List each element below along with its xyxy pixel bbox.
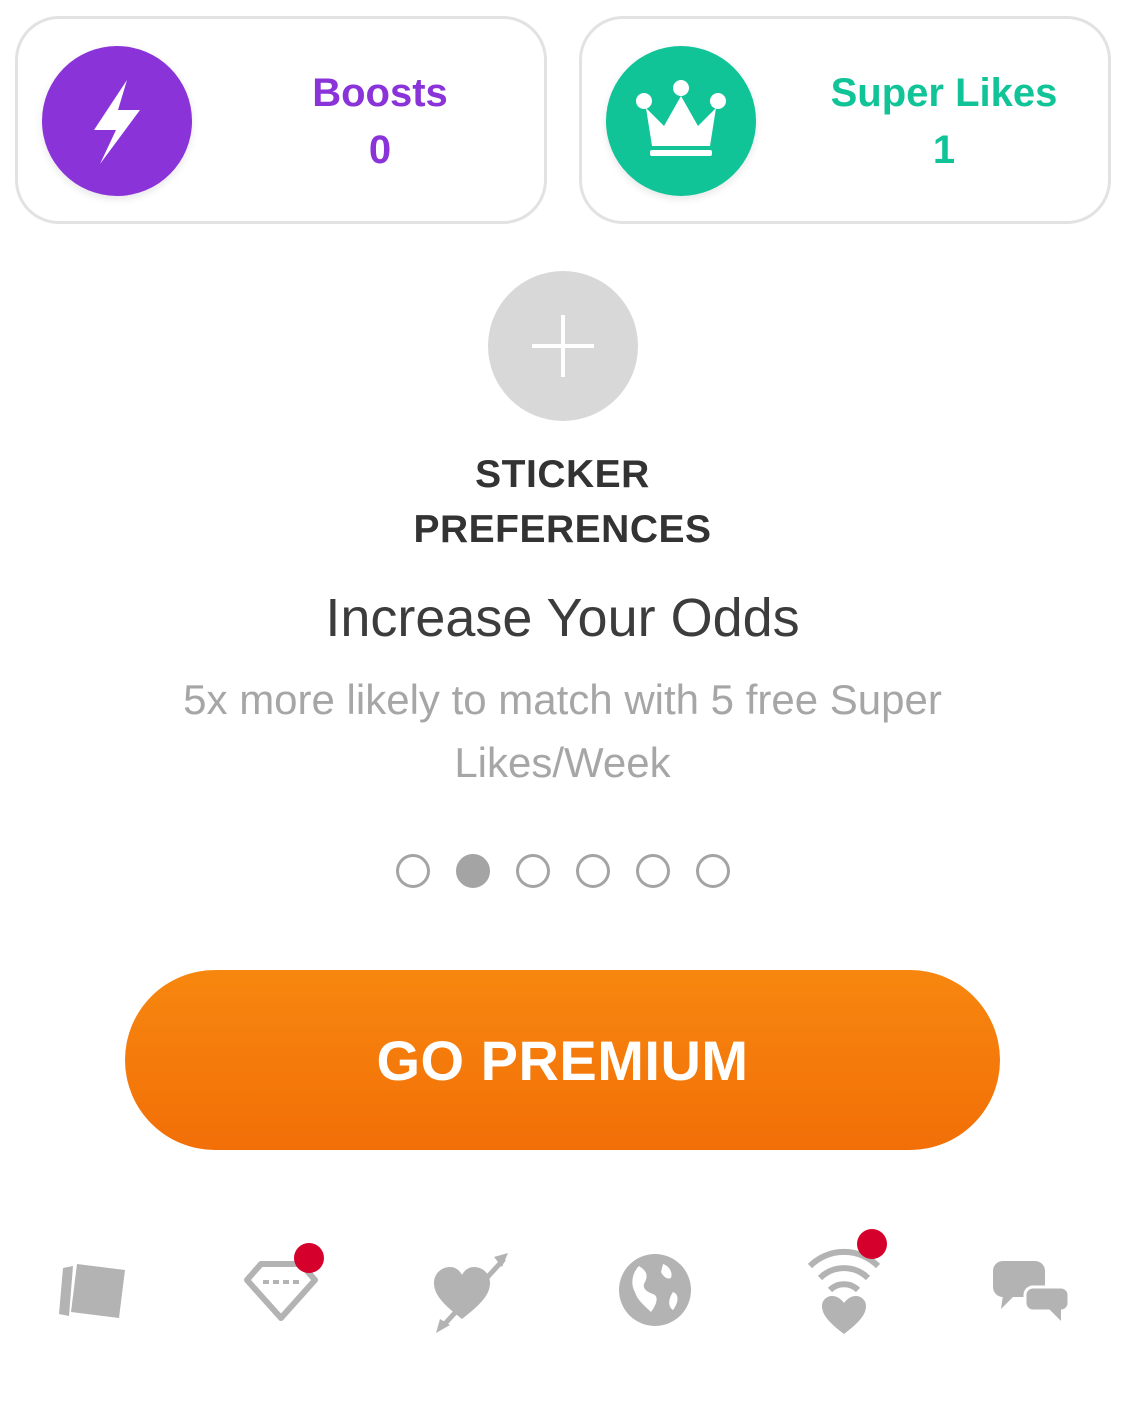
super-likes-stat: Super Likes 1 [792,65,1096,179]
nav-matches[interactable] [412,1235,522,1345]
pager-dot-active[interactable] [455,854,490,888]
add-sticker-button[interactable] [488,271,638,421]
boosts-count: 0 [368,128,392,172]
globe-icon [619,1254,691,1326]
sticker-preferences-title[interactable]: STICKER PREFERENCES [0,447,1125,557]
pager-dot[interactable] [635,854,670,888]
pager-dot[interactable] [395,854,430,888]
boosts-badge [42,46,192,196]
nav-cards[interactable] [38,1235,148,1345]
sticker-title-line2: PREFERENCES [413,508,712,551]
boosts-label: Boosts [312,71,448,115]
cards-icon [59,1264,125,1318]
go-premium-button[interactable]: GO PREMIUM [125,970,1000,1150]
boosts-stat: Boosts 0 [228,65,532,179]
pager-dot[interactable] [695,854,730,888]
super-likes-label: Super Likes [830,71,1058,115]
chat-bubbles-icon [993,1261,1071,1321]
notification-dot [857,1229,887,1259]
sticker-title-line1: STICKER [475,453,650,496]
nav-likes[interactable] [789,1229,899,1345]
super-likes-badge [606,46,756,196]
pager-dot[interactable] [515,854,550,888]
promo-subtitle: 5x more likely to match with 5 free Supe… [183,676,942,786]
super-likes-card[interactable]: Super Likes 1 [579,16,1111,224]
super-likes-count: 1 [932,128,956,172]
nav-diamond[interactable] [226,1235,336,1345]
carousel-pager [0,854,1125,888]
notification-dot [294,1243,324,1273]
heart-arrow-icon [434,1253,508,1333]
nav-messages[interactable] [976,1235,1086,1345]
nav-explore[interactable] [600,1235,710,1345]
plus-icon [532,315,594,377]
promo-title: Increase Your Odds [325,588,800,648]
page: Boosts 0 Super Likes 1 STICKER PREFERENC [0,0,1125,1418]
lightning-icon [94,80,140,164]
pager-dot[interactable] [575,854,610,888]
boosts-card[interactable]: Boosts 0 [15,16,547,224]
crown-icon [636,80,726,156]
